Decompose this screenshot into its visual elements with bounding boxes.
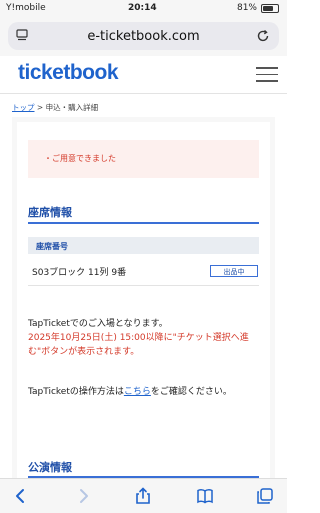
site-header: ticketbook [0,56,287,94]
reload-icon[interactable] [255,28,271,44]
display-notice: 2025年10月25日(土) 15:00以降に"チケット選択へ進む"ボタンが表示… [28,333,249,357]
status-right: 81% [237,3,279,13]
back-icon[interactable] [12,487,30,505]
site-logo[interactable]: ticketbook [18,61,119,85]
bookmarks-icon[interactable] [196,487,214,505]
instructions-link[interactable]: こちら [124,387,151,397]
alert-box: ・ご用意できました [28,140,259,178]
browser-url-bar: e-ticketbook.com [0,16,287,56]
breadcrumb: トップ > 申込・購入詳細 [12,102,98,113]
hamburger-menu-icon[interactable] [256,67,278,82]
url-text[interactable]: e-ticketbook.com [8,29,279,44]
instructions-text: TapTicketの操作方法はこちらをご確認ください。 [28,384,232,397]
browser-toolbar [0,478,287,513]
address-field[interactable]: e-ticketbook.com [8,22,279,50]
share-icon[interactable] [134,487,152,505]
breadcrumb-current: 申込・購入詳細 [45,103,99,112]
status-badge: 出品中 [210,265,258,277]
breadcrumb-home-link[interactable]: トップ [12,103,35,112]
instructions-after: をご確認ください。 [150,387,232,397]
clock: 20:14 [128,3,157,13]
alert-message: ・ご用意できました [44,154,116,163]
status-bar: Y!mobile 20:14 81% [0,0,287,16]
seat-section-underline [28,222,259,224]
carrier-label: Y!mobile [6,3,46,13]
battery-icon [261,3,279,13]
seat-number-header: 座席番号 [28,237,259,254]
instructions-before: TapTicketの操作方法は [28,387,124,397]
tabs-icon[interactable] [256,487,274,505]
seat-number-value: S03ブロック 11列 9番 [32,268,127,278]
entry-notice: TapTicketでのご入場となります。 [28,319,168,329]
forward-icon[interactable] [74,487,92,505]
battery-percent: 81% [236,3,257,13]
performance-section-title: 公演情報 [28,461,72,474]
seat-section-title: 座席情報 [28,206,72,219]
seat-number-header-label: 座席番号 [36,242,68,251]
row-divider [28,285,259,286]
breadcrumb-separator: > [36,103,44,112]
